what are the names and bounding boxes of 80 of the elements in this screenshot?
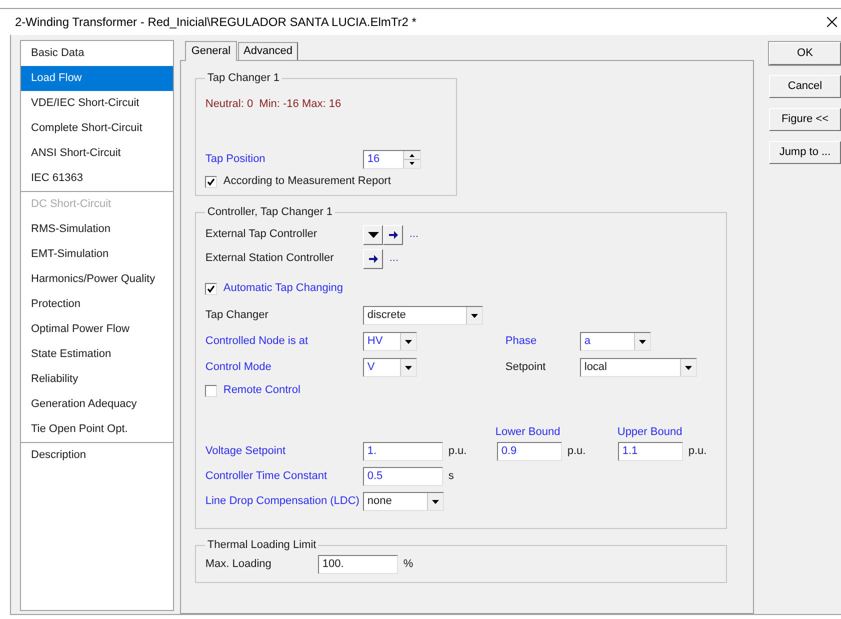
sidebar-item[interactable]: Reliability: [21, 367, 174, 392]
field-label: Phase: [505, 334, 538, 350]
field-label: Tap Changer: [205, 308, 270, 324]
sidebar-item[interactable]: EMT-Simulation: [21, 242, 174, 267]
field-label: Max. Loading: [205, 557, 272, 572]
field-label: Tap Position: [205, 152, 266, 168]
field-label: Automatic Tap Changing: [223, 281, 344, 296]
field-label: Voltage Setpoint: [205, 444, 286, 460]
field-label: External Tap Controller: [205, 227, 318, 242]
sidebar-item[interactable]: IEC 61363: [21, 166, 174, 191]
dropdown[interactable]: discrete: [363, 306, 484, 325]
unit-label: s: [448, 469, 454, 484]
sidebar-item[interactable]: Harmonics/Power Quality: [21, 267, 174, 292]
sidebar-item[interactable]: Load Flow: [21, 66, 174, 91]
sidebar-item[interactable]: RMS-Simulation: [21, 217, 174, 242]
input-field[interactable]: 0.5: [363, 467, 444, 486]
close-icon[interactable]: [827, 17, 837, 27]
input-field[interactable]: 1.: [363, 442, 444, 461]
caret-icon: [432, 500, 440, 504]
field-label: Setpoint: [505, 360, 547, 376]
unit-label: p.u.: [448, 444, 467, 460]
window-title: 2-Winding Transformer - Red_Inicial\REGULADOR SANTA LUCIA.ElmTr2 *: [15, 14, 416, 31]
sidebar-item[interactable]: Optimal Power Flow: [21, 317, 174, 342]
dialog-button[interactable]: Figure <<: [769, 108, 841, 131]
sidebar-item[interactable]: Protection: [21, 292, 174, 317]
dropdown[interactable]: HV: [363, 332, 418, 351]
field-label: Controlled Node is at: [205, 334, 310, 350]
select-button[interactable]: [363, 248, 384, 268]
tab[interactable]: Advanced: [238, 42, 298, 60]
dropdown[interactable]: local: [580, 358, 698, 377]
field-label: Control Mode: [205, 360, 272, 376]
input-field[interactable]: 1.1: [618, 442, 684, 461]
group-title: Tap Changer 1: [206, 71, 281, 86]
sidebar-item[interactable]: Complete Short-Circuit: [21, 116, 174, 141]
more-link[interactable]: ...: [409, 226, 419, 243]
caret-icon: [639, 340, 646, 344]
field-label: Upper Bound: [617, 425, 682, 440]
spin-field[interactable]: 16: [363, 150, 422, 169]
sidebar-item[interactable]: Basic Data: [21, 41, 174, 66]
dropdown[interactable]: a: [580, 332, 652, 351]
sidebar-item[interactable]: VDE/IEC Short-Circuit: [21, 91, 174, 116]
sidebar-item[interactable]: Tie Open Point Opt.: [21, 417, 174, 442]
caret-icon: [405, 366, 412, 370]
field-label: Line Drop Compensation (LDC): [205, 494, 360, 510]
field-label: Lower Bound: [495, 425, 562, 440]
field-label: According to Measurement Report: [223, 174, 391, 190]
unit-label: %: [403, 557, 414, 572]
field-label: External Station Controller: [205, 251, 335, 266]
checkbox[interactable]: [205, 176, 218, 188]
checkbox[interactable]: [205, 282, 218, 294]
spin-arrows-icon[interactable]: [404, 151, 420, 168]
input-field[interactable]: 100.: [318, 555, 398, 574]
sidebar-item[interactable]: ANSI Short-Circuit: [21, 141, 174, 166]
dropdown[interactable]: none: [363, 492, 444, 511]
dropdown[interactable]: V: [363, 358, 418, 377]
caret-icon: [471, 314, 478, 318]
input-field[interactable]: 0.9: [497, 442, 562, 461]
sidebar-item[interactable]: Generation Adequacy: [21, 392, 174, 417]
tab[interactable]: General: [185, 41, 237, 61]
caret-icon: [685, 366, 692, 370]
caret-icon: [405, 340, 412, 344]
unit-label: p.u.: [688, 444, 707, 460]
dialog-button[interactable]: Jump to ...: [769, 141, 841, 164]
dropdown-button[interactable]: [363, 224, 384, 244]
triangle-down-icon: [368, 232, 379, 238]
arrow-right-icon: [388, 230, 398, 238]
field-label: Remote Control: [223, 383, 300, 398]
select-button[interactable]: [383, 224, 404, 244]
group-title: Thermal Loading Limit: [206, 538, 318, 553]
sidebar-item[interactable]: Description: [21, 443, 174, 468]
checkbox[interactable]: [205, 384, 218, 396]
more-link[interactable]: ...: [389, 250, 399, 267]
range-info: Neutral: 0 Min: -16 Max: 16: [205, 96, 342, 110]
group-title: Controller, Tap Changer 1: [206, 205, 334, 220]
arrow-right-icon: [368, 254, 378, 262]
dialog-button[interactable]: Cancel: [769, 75, 841, 98]
sidebar-item[interactable]: State Estimation: [21, 342, 174, 367]
field-label: Controller Time Constant: [205, 469, 328, 484]
dialog-button[interactable]: OK: [769, 42, 841, 65]
unit-label: p.u.: [567, 444, 586, 460]
